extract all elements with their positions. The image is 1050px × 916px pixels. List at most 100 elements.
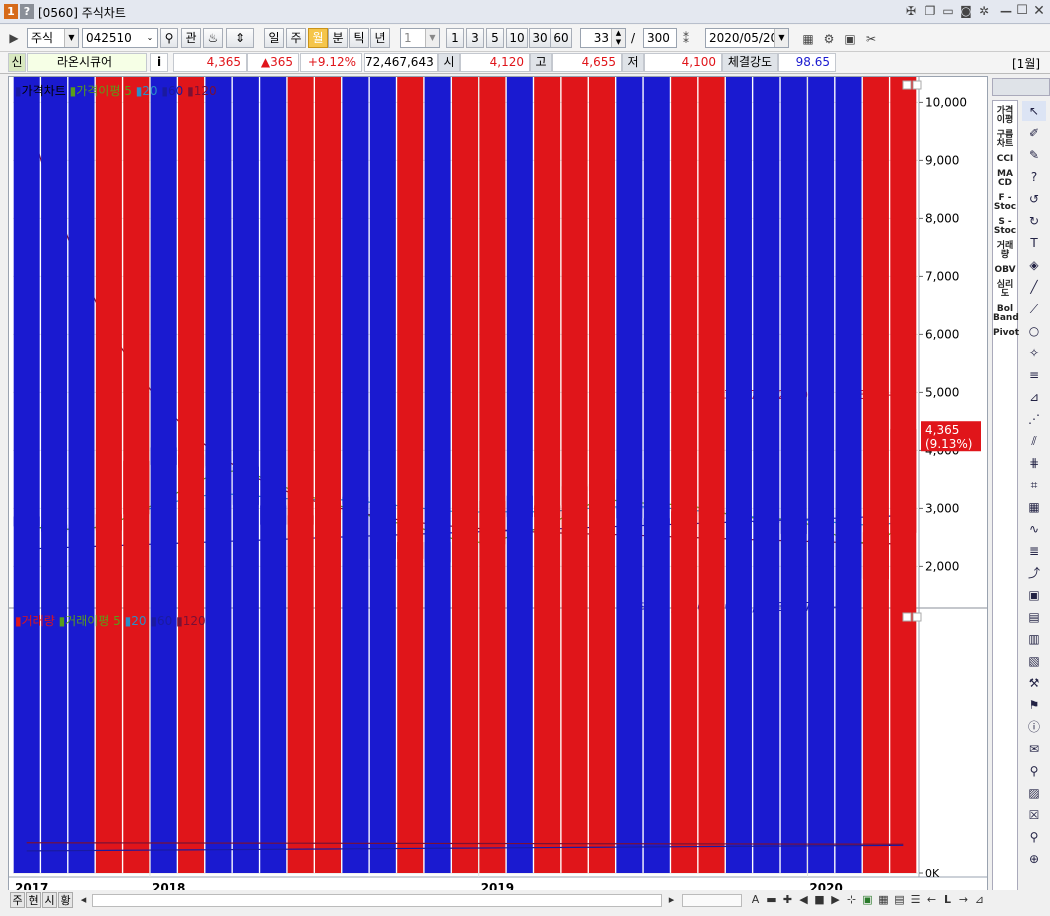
search-icon[interactable]: ⚲: [1022, 827, 1046, 847]
period-minute[interactable]: 분: [328, 28, 348, 48]
pin-icon[interactable]: ✠: [903, 3, 919, 19]
interval-30[interactable]: 30: [529, 28, 551, 48]
zoom-icon[interactable]: ⚲: [1022, 761, 1046, 781]
volume-bar[interactable]: [588, 77, 615, 873]
copy-icon[interactable]: ❐: [922, 3, 938, 19]
ruler-icon[interactable]: ⊿: [972, 892, 987, 908]
interval-select[interactable]: 1 ▼: [400, 28, 440, 48]
chart-settings-icon[interactable]: ▦: [800, 31, 816, 47]
scroll-right-icon[interactable]: ▸: [664, 892, 679, 908]
gann-icon[interactable]: ⊿: [1022, 387, 1046, 407]
panel-restore-icon[interactable]: [902, 612, 912, 622]
volume-bar[interactable]: [780, 77, 807, 873]
volume-bar[interactable]: [451, 77, 479, 873]
price-alert-icon[interactable]: ⚑: [1022, 695, 1046, 715]
chevron-down-icon[interactable]: ▼: [774, 29, 788, 47]
window-number-badge[interactable]: 1: [4, 4, 18, 19]
volume-bar[interactable]: [95, 77, 122, 873]
volume-bar[interactable]: [643, 77, 670, 873]
list-icon[interactable]: ☰: [908, 892, 923, 908]
prev-icon[interactable]: ◀: [796, 892, 811, 908]
indicator-icon[interactable]: ▧: [1022, 651, 1046, 671]
tab-current[interactable]: 현: [26, 892, 41, 908]
gear-icon[interactable]: ⚙: [821, 31, 837, 47]
maximize-icon[interactable]: ☐: [1014, 3, 1030, 19]
star-icon[interactable]: ✧: [1022, 343, 1046, 363]
channel-icon[interactable]: ⫽: [1022, 431, 1046, 451]
bar-chart-icon[interactable]: ▥: [1022, 629, 1046, 649]
text-icon[interactable]: T: [1022, 233, 1046, 253]
eraser-icon[interactable]: ✐: [1022, 123, 1046, 143]
paint-icon[interactable]: ◈: [1022, 255, 1046, 275]
pointer-icon[interactable]: ↖: [1022, 101, 1046, 121]
volume-bar[interactable]: [616, 77, 643, 873]
interval-5[interactable]: 5: [486, 28, 504, 48]
help-icon[interactable]: ?: [1022, 167, 1046, 187]
zoom-in-icon[interactable]: ✚: [780, 892, 795, 908]
info-circle-icon[interactable]: ⓘ: [1022, 717, 1046, 737]
volume-bar[interactable]: [890, 77, 917, 873]
volume-bar[interactable]: [369, 77, 396, 873]
note-icon[interactable]: ✉: [1022, 739, 1046, 759]
search-button[interactable]: ⚲: [160, 28, 178, 48]
volume-bar[interactable]: [123, 77, 150, 873]
volume-bar[interactable]: [725, 77, 752, 873]
indicator-volume[interactable]: 거래 량: [993, 242, 1017, 260]
chart-svg[interactable]: 10,0009,0008,0007,0006,0005,0004,0003,00…: [9, 77, 987, 905]
stop-icon[interactable]: ■: [812, 892, 827, 908]
indicator-price-ma[interactable]: 가격 이평: [993, 107, 1017, 125]
indicator-s-stoc[interactable]: S - Stoc: [993, 218, 1017, 236]
doc-icon[interactable]: ▭: [940, 3, 956, 19]
excel-icon[interactable]: ▣: [860, 892, 875, 908]
indicator-psychology[interactable]: 심리 도: [993, 281, 1017, 299]
interval-10[interactable]: 10: [506, 28, 528, 48]
zoom-toggle-icon[interactable]: ⁑: [678, 31, 694, 47]
total-input[interactable]: 300: [643, 28, 677, 48]
volume-bar[interactable]: [479, 77, 506, 873]
indicator-group-chart[interactable]: 구름 차트: [993, 131, 1017, 149]
count-stepper[interactable]: 33 ▲ ▼: [580, 28, 626, 48]
indicator-obv[interactable]: OBV: [993, 266, 1017, 275]
stock-name[interactable]: 라온시큐어: [27, 53, 147, 72]
volume-bar[interactable]: [205, 77, 232, 873]
line-icon[interactable]: ╱: [1022, 277, 1046, 297]
interval-3[interactable]: 3: [466, 28, 484, 48]
save-icon[interactable]: ▣: [842, 31, 858, 47]
undo-icon[interactable]: ↺: [1022, 189, 1046, 209]
settings-wrench-icon[interactable]: ⚒: [1022, 673, 1046, 693]
volume-bar[interactable]: [232, 77, 259, 873]
indicator-macd[interactable]: MA CD: [993, 170, 1017, 188]
info-button[interactable]: i: [150, 53, 168, 72]
font-size-icon[interactable]: A: [748, 892, 763, 908]
indicator-pivot[interactable]: Pivot: [993, 329, 1019, 338]
grid-lines-icon[interactable]: ⋕: [1022, 453, 1046, 473]
help-badge[interactable]: ?: [20, 4, 34, 19]
period-day[interactable]: 일: [264, 28, 284, 48]
cross-lines-icon[interactable]: ⌗: [1022, 475, 1046, 495]
doc-search-icon[interactable]: ▨: [1022, 783, 1046, 803]
volume-bar[interactable]: [424, 77, 451, 874]
stock-code-input[interactable]: 042510 ⌄: [82, 28, 158, 48]
period-month[interactable]: 월: [308, 28, 328, 48]
period-year[interactable]: 년: [370, 28, 390, 48]
market-select[interactable]: 주식 ▼: [27, 28, 79, 48]
compare-button[interactable]: ♨: [203, 28, 223, 48]
redo-icon[interactable]: ↻: [1022, 211, 1046, 231]
minimize-icon[interactable]: —: [998, 3, 1014, 19]
indicator-bollinger[interactable]: Bol Band: [993, 305, 1019, 323]
crosshair-icon[interactable]: ⊕: [1022, 849, 1046, 869]
volume-bar[interactable]: [68, 77, 95, 873]
volume-bar[interactable]: [315, 77, 342, 873]
auto-trend-icon[interactable]: ⤴: [1022, 563, 1046, 583]
volume-bar[interactable]: [397, 77, 424, 873]
updown-button[interactable]: ⇕: [226, 28, 254, 48]
grid-icon[interactable]: ▦: [876, 892, 891, 908]
tab-main[interactable]: 주: [10, 892, 25, 908]
interval-1[interactable]: 1: [446, 28, 464, 48]
volume-bar[interactable]: [260, 77, 287, 873]
interval-60[interactable]: 60: [550, 28, 572, 48]
indicator-f-stoc[interactable]: F - Stoc: [993, 194, 1017, 212]
chevron-down-icon[interactable]: ▼: [425, 29, 439, 47]
tab-time[interactable]: 시: [42, 892, 57, 908]
volume-bar[interactable]: [150, 77, 177, 873]
